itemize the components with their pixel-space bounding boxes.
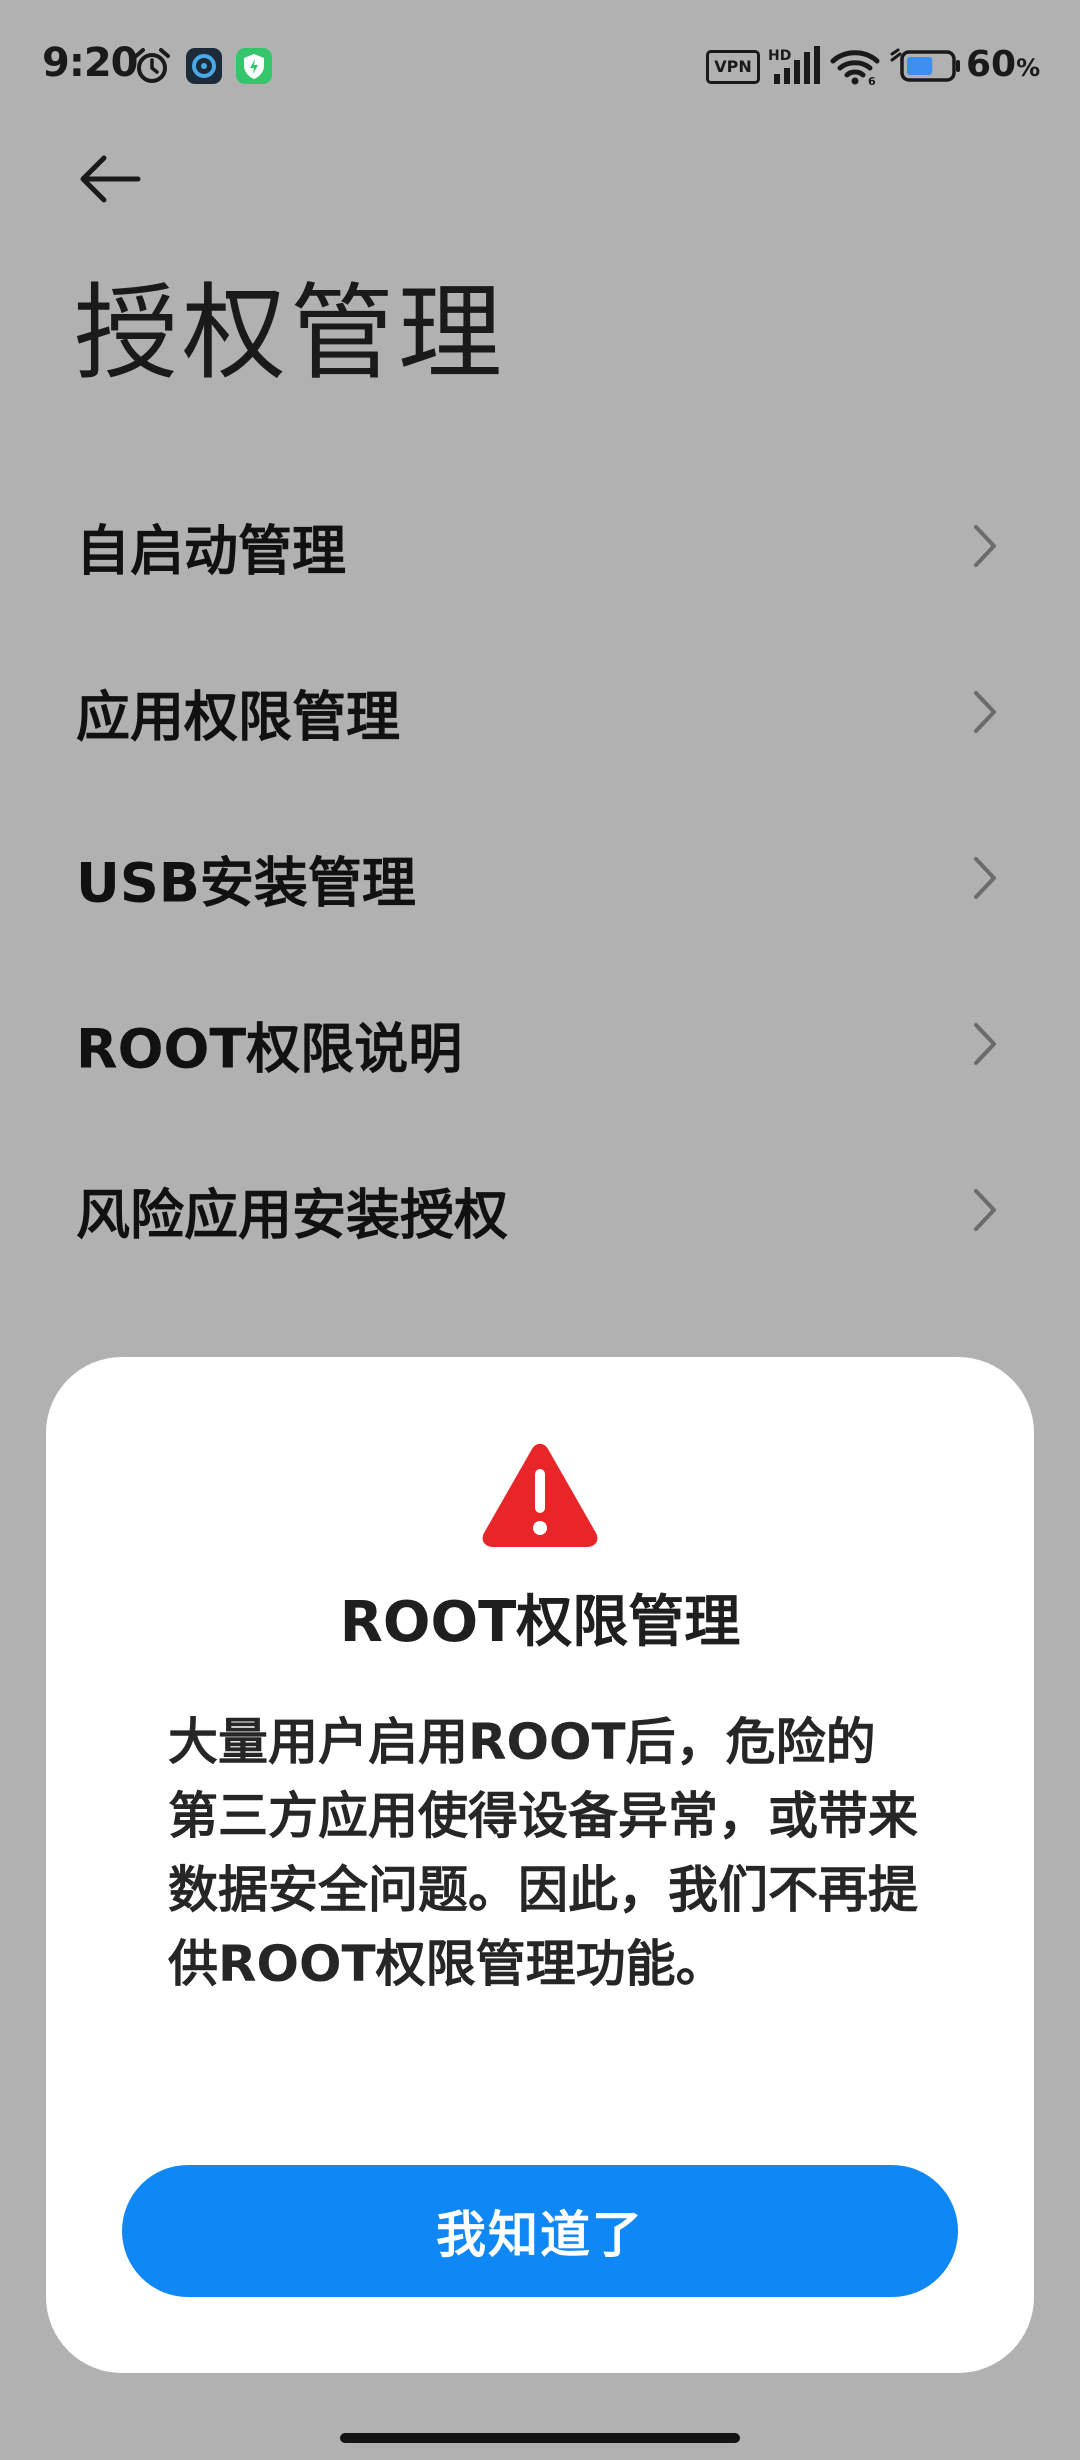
dialog-message: 大量用户启用ROOT后，危险的第三方应用使得设备异常，或带来数据安全问题。因此，… [168,1713,918,1993]
app-notification-icon [186,48,222,84]
chevron-right-icon [974,525,996,567]
chevron-right-icon [974,1023,996,1065]
menu-item-auto-start[interactable]: 自启动管理 [0,463,1080,629]
root-permission-dialog: ROOT权限管理 大量用户启用ROOT后，危险的第三方应用使得设备异常，或带来数… [46,1357,1034,2373]
back-button[interactable] [66,138,156,218]
battery-percentage: 60% [966,44,1040,85]
wifi-icon: 6 [830,50,880,86]
svg-text:6: 6 [868,75,876,86]
network-type-label: HD [768,48,791,64]
status-bar: 9:20 VPN HD 6 60% [0,0,1080,130]
dialog-title: ROOT权限管理 [339,1590,741,1655]
chevron-right-icon [974,857,996,899]
menu-item-usb-install[interactable]: USB安装管理 [0,795,1080,961]
status-time: 9:20 [42,40,138,86]
menu-item-label: 自启动管理 [76,519,346,583]
menu-item-label: USB安装管理 [76,851,416,915]
settings-menu-list: 自启动管理 应用权限管理 USB安装管理 ROOT权限说明 风险应用安装授权 [0,463,1080,1293]
chevron-right-icon [974,691,996,733]
vpn-badge: VPN [706,50,760,84]
alarm-icon [134,48,170,83]
back-arrow-icon [80,155,141,203]
security-app-icon [236,48,272,84]
menu-item-risky-app-install[interactable]: 风险应用安装授权 [0,1127,1080,1293]
menu-item-root-info[interactable]: ROOT权限说明 [0,961,1080,1127]
menu-item-label: ROOT权限说明 [76,1017,463,1081]
got-it-button[interactable]: 我知道了 [122,2165,958,2297]
page-title: 授权管理 [74,272,507,394]
chevron-right-icon [974,1189,996,1231]
menu-item-app-permissions[interactable]: 应用权限管理 [0,629,1080,795]
battery-value: 60 [966,44,1017,85]
menu-item-label: 应用权限管理 [76,685,400,749]
battery-icon [890,48,960,82]
menu-item-label: 风险应用安装授权 [76,1183,508,1247]
home-indicator[interactable] [340,2433,740,2443]
warning-icon [482,1443,598,1547]
signal-icon: HD [768,46,820,84]
battery-unit: % [1016,54,1041,82]
